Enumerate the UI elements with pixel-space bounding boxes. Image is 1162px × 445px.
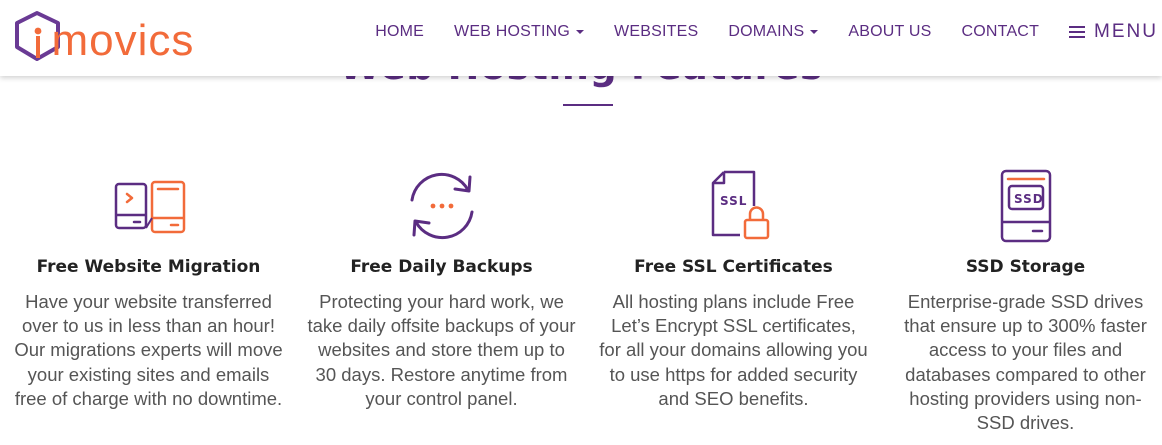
main-nav: HOME WEB HOSTING WEBSITES DOMAINS ABOUT … bbox=[345, 0, 1158, 64]
feature-description: All hosting plans include Free Let’s Enc… bbox=[599, 291, 868, 409]
nav-web-hosting-label: WEB HOSTING bbox=[454, 23, 571, 40]
server-migration-icon bbox=[114, 180, 185, 234]
feature-card: Free Daily Backups Protecting your hard … bbox=[294, 168, 589, 411]
ssl-icon-text: SSL bbox=[720, 194, 747, 208]
feature-description: Enterprise-grade SSD drives that ensure … bbox=[904, 291, 1147, 434]
feature-title: SSD Storage bbox=[965, 257, 1086, 277]
nav-domains[interactable]: DOMAINS bbox=[728, 23, 819, 41]
logo[interactable]: movics bbox=[15, 10, 230, 66]
feature-card: Free Website Migration Have your website… bbox=[1, 168, 296, 411]
ssd-icon-text: SSD bbox=[1014, 192, 1044, 206]
menu-toggle-button[interactable]: MENU bbox=[1069, 21, 1158, 43]
nav-home[interactable]: HOME bbox=[375, 23, 424, 41]
hamburger-icon bbox=[1069, 25, 1086, 39]
feature-card: SSD SSD Storage Enterprise-grade SSD dri… bbox=[878, 168, 1162, 435]
features-section: Free Website Migration Have your website… bbox=[0, 168, 1162, 445]
nav-home-label: HOME bbox=[375, 23, 425, 40]
title-divider bbox=[563, 104, 613, 106]
logo-wordmark: movics bbox=[25, 13, 194, 69]
backup-sync-icon bbox=[410, 172, 473, 240]
ssl-certificate-icon: SSL bbox=[711, 170, 769, 240]
nav-contact-label: CONTACT bbox=[961, 23, 1040, 40]
chevron-down-icon bbox=[576, 30, 585, 34]
nav-web-hosting[interactable]: WEB HOSTING bbox=[454, 23, 585, 41]
feature-title: Free SSL Certificates bbox=[634, 257, 833, 277]
nav-contact[interactable]: CONTACT bbox=[962, 23, 1040, 41]
nav-about-us[interactable]: ABOUT US bbox=[848, 23, 931, 41]
chevron-down-icon bbox=[810, 30, 819, 34]
feature-title: Free Daily Backups bbox=[350, 257, 533, 277]
feature-description: Protecting your hard work, we take daily… bbox=[307, 291, 576, 409]
nav-about-us-label: ABOUT US bbox=[848, 23, 932, 40]
page: Web Hosting Features movics HOME WEB HOS… bbox=[0, 0, 1162, 445]
logo-text: movics bbox=[51, 16, 195, 65]
nav-domains-label: DOMAINS bbox=[728, 23, 805, 40]
feature-card: SSL Free SSL Certificates All hosting pl… bbox=[586, 168, 881, 411]
menu-label: MENU bbox=[1094, 21, 1158, 42]
feature-title: Free Website Migration bbox=[36, 257, 261, 277]
site-header: movics HOME WEB HOSTING WEBSITES DOMAINS… bbox=[0, 0, 1162, 76]
ssd-drive-icon: SSD bbox=[1000, 169, 1051, 243]
feature-description: Have your website transferred over to us… bbox=[14, 291, 283, 409]
nav-websites-label: WEBSITES bbox=[614, 23, 699, 40]
nav-websites[interactable]: WEBSITES bbox=[614, 23, 698, 41]
